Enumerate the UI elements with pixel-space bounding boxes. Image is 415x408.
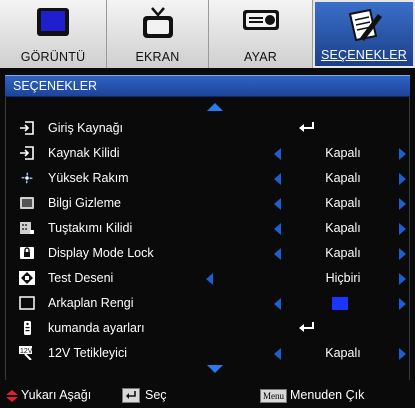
- tab-goruntu[interactable]: GÖRÜNTÜ: [0, 0, 107, 68]
- row-label: Bilgi Gizleme: [48, 196, 121, 210]
- right-arrow-icon[interactable]: [399, 348, 406, 360]
- tab-secenekler[interactable]: SEÇENEKLER: [313, 0, 415, 68]
- left-arrow-icon[interactable]: [274, 148, 281, 160]
- row-label: Display Mode Lock: [48, 246, 154, 260]
- tab-label: SEÇENEKLER: [320, 48, 408, 62]
- left-arrow-icon[interactable]: [274, 298, 281, 310]
- left-arrow-icon[interactable]: [274, 173, 281, 185]
- menu-tabs: GÖRÜNTÜ EKRAN AYAR SEÇENEKLER: [0, 0, 415, 68]
- display-lock-icon: [20, 247, 34, 259]
- projector-icon: [242, 10, 279, 30]
- monitor-icon: [37, 8, 69, 36]
- menu-row-yuksek-rakim[interactable]: Yüksek Rakım Kapalı: [6, 167, 409, 189]
- row-label: Yüksek Rakım: [48, 171, 129, 185]
- section-header: SEÇENEKLER: [5, 75, 410, 97]
- hint-updown: Yukarı Aşağı: [6, 388, 91, 402]
- fan-icon: [21, 172, 33, 184]
- tab-label: GÖRÜNTÜ: [20, 50, 86, 64]
- menu-key-icon: Menu: [260, 388, 287, 403]
- row-value: Kapalı: [325, 171, 361, 185]
- row-value: Kapalı: [325, 346, 361, 360]
- row-label: 12V Tetikleyici: [48, 346, 127, 360]
- menu-row-arkaplan-rengi[interactable]: Arkaplan Rengi: [6, 292, 409, 314]
- menu-row-test-deseni[interactable]: Test Deseni Hiçbiri: [6, 267, 409, 289]
- tab-ayar[interactable]: AYAR: [209, 0, 313, 68]
- info-hide-icon: [20, 197, 34, 209]
- keypad-lock-icon: [20, 222, 34, 234]
- menu-row-bilgi-gizleme[interactable]: Bilgi Gizleme Kapalı: [6, 192, 409, 214]
- menu-row-12v-tetikleyici[interactable]: 12V 12V Tetikleyici Kapalı: [6, 342, 409, 364]
- tab-ekran[interactable]: EKRAN: [107, 0, 209, 68]
- menu-row-display-mode-lock[interactable]: Display Mode Lock Kapalı: [6, 242, 409, 264]
- tv-icon: [142, 7, 173, 38]
- menu-row-giris-kaynagi[interactable]: Giriş Kaynağı: [6, 117, 409, 139]
- svg-text:12V: 12V: [20, 348, 33, 355]
- menu-row-kaynak-kilidi[interactable]: Kaynak Kilidi Kapalı: [6, 142, 409, 164]
- osd-menu: GÖRÜNTÜ EKRAN AYAR SEÇENEKLER SEÇENEKLER…: [0, 0, 415, 408]
- right-arrow-icon[interactable]: [399, 173, 406, 185]
- menu-row-kumanda-ayarlari[interactable]: kumanda ayarları: [6, 317, 409, 339]
- right-arrow-icon[interactable]: [399, 198, 406, 210]
- right-arrow-icon[interactable]: [399, 148, 406, 160]
- color-swatch: [332, 297, 348, 310]
- left-arrow-icon[interactable]: [274, 223, 281, 235]
- row-label: Test Deseni: [48, 271, 114, 285]
- tab-label: EKRAN: [135, 50, 180, 64]
- section-title: SEÇENEKLER: [13, 79, 98, 93]
- background-color-icon: [19, 296, 35, 310]
- menu-row-tustakimi-kilidi[interactable]: Tuştakımı Kilidi Kapalı: [6, 217, 409, 239]
- right-arrow-icon[interactable]: [399, 298, 406, 310]
- row-value: Hiçbiri: [325, 271, 361, 285]
- row-label: Arkaplan Rengi: [48, 296, 134, 310]
- row-label: Giriş Kaynağı: [48, 121, 124, 135]
- row-label: Tuştakımı Kilidi: [48, 221, 133, 235]
- test-pattern-icon: [19, 271, 35, 285]
- updown-arrows-icon: [6, 389, 18, 402]
- left-arrow-icon[interactable]: [274, 248, 281, 260]
- hint-select-label: Seç: [145, 388, 167, 402]
- options-panel: Giriş Kaynağı Kaynak Kilidi Kapalı Yükse…: [5, 97, 410, 380]
- trigger-12v-icon: 12V: [19, 346, 33, 360]
- hint-select: Seç: [122, 388, 167, 404]
- right-arrow-icon[interactable]: [399, 273, 406, 285]
- enter-icon[interactable]: [298, 321, 316, 333]
- enter-icon[interactable]: [298, 121, 316, 133]
- hint-exit-label: Menuden Çık: [290, 388, 365, 402]
- scroll-down-arrow-icon[interactable]: [207, 365, 223, 373]
- right-arrow-icon[interactable]: [399, 223, 406, 235]
- hint-updown-label: Yukarı Aşağı: [21, 388, 92, 402]
- footer-hints: Yukarı Aşağı Seç Menu Menuden Çık: [0, 380, 415, 408]
- input-source-icon: [20, 121, 34, 135]
- tab-label: AYAR: [244, 50, 277, 64]
- right-arrow-icon[interactable]: [399, 248, 406, 260]
- row-value: Kapalı: [325, 246, 361, 260]
- hint-menu-exit: Menu Menuden Çık: [260, 388, 364, 403]
- left-arrow-icon[interactable]: [274, 198, 281, 210]
- row-value: Kapalı: [325, 196, 361, 210]
- row-label: kumanda ayarları: [48, 321, 145, 335]
- enter-key-icon: [122, 388, 140, 404]
- row-value: Kapalı: [325, 221, 361, 235]
- scroll-up-arrow-icon[interactable]: [207, 103, 223, 111]
- left-arrow-icon[interactable]: [206, 273, 213, 285]
- input-lock-icon: [20, 146, 34, 160]
- remote-icon: [24, 321, 31, 335]
- row-value: Kapalı: [325, 146, 361, 160]
- notepad-pencil-icon: [348, 8, 382, 42]
- row-label: Kaynak Kilidi: [48, 146, 120, 160]
- left-arrow-icon[interactable]: [274, 348, 281, 360]
